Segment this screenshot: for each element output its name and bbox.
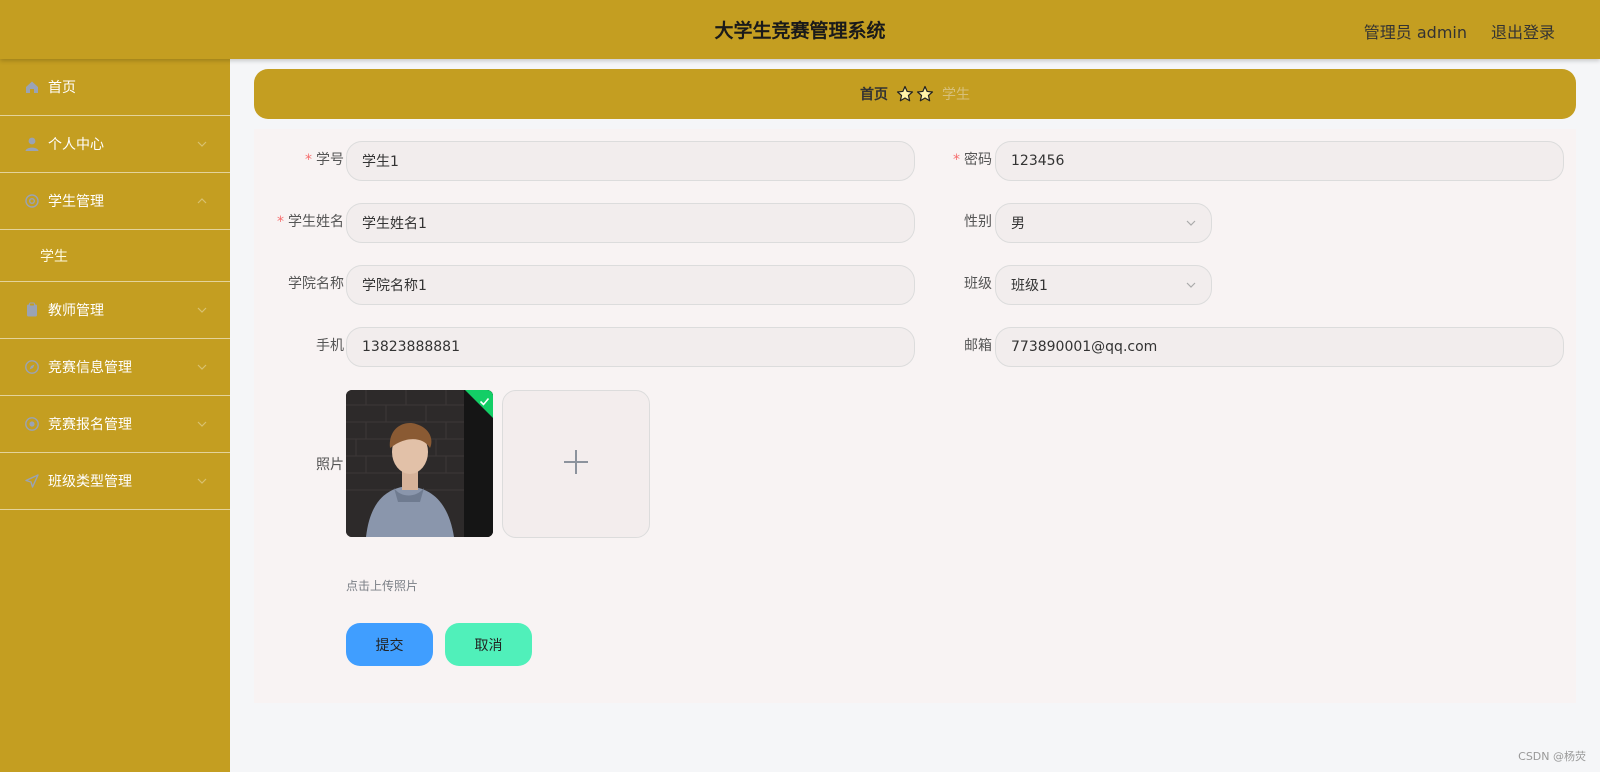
send-icon xyxy=(24,473,40,489)
chevron-down-icon xyxy=(196,304,208,320)
chevron-down-icon xyxy=(1185,279,1197,295)
breadcrumb-separator xyxy=(896,85,934,103)
sidebar-item-class-type[interactable]: 班级类型管理 xyxy=(0,453,230,510)
sidebar-item-label: 首页 xyxy=(48,80,76,96)
sidebar-item-competition-signup[interactable]: 竞赛报名管理 xyxy=(0,396,230,453)
phone-input[interactable]: 13823888881 xyxy=(346,327,915,367)
check-icon xyxy=(479,392,490,411)
sidebar-item-profile[interactable]: 个人中心 xyxy=(0,116,230,173)
clipboard-icon xyxy=(24,302,40,318)
required-mark: * xyxy=(305,152,312,168)
cancel-button[interactable]: 取消 xyxy=(445,623,532,666)
chevron-down-icon xyxy=(196,475,208,491)
star-icon xyxy=(916,85,934,102)
sidebar-item-label: 学生管理 xyxy=(48,194,104,210)
phone-label: 手机 xyxy=(316,338,344,354)
college-label: 学院名称 xyxy=(288,276,344,292)
email-label: 邮箱 xyxy=(964,338,992,354)
class-value: 班级1 xyxy=(1011,278,1048,294)
class-label: 班级 xyxy=(964,276,992,292)
chevron-down-icon xyxy=(1185,217,1197,233)
gender-select[interactable]: 男 xyxy=(995,203,1212,243)
uploaded-photo[interactable] xyxy=(346,390,493,537)
chevron-down-icon xyxy=(196,418,208,434)
college-input[interactable]: 学院名称1 xyxy=(346,265,915,305)
student-name-input[interactable]: 学生姓名1 xyxy=(346,203,915,243)
student-id-input[interactable]: 学生1 xyxy=(346,141,915,181)
sidebar-subitem-student[interactable]: 学生 xyxy=(0,230,230,282)
sidebar-item-label: 竞赛报名管理 xyxy=(48,417,132,433)
breadcrumb-home[interactable]: 首页 xyxy=(860,84,888,104)
gender-label: 性别 xyxy=(964,214,992,230)
compass-icon xyxy=(24,359,40,375)
settings-icon xyxy=(24,193,40,209)
sidebar-item-label: 班级类型管理 xyxy=(48,474,132,490)
sidebar-item-competition-info[interactable]: 竞赛信息管理 xyxy=(0,339,230,396)
gender-value: 男 xyxy=(1011,216,1025,232)
chevron-down-icon xyxy=(196,138,208,154)
required-mark: * xyxy=(953,152,960,168)
sidebar-subitem-label: 学生 xyxy=(40,248,68,265)
sidebar: 首页 个人中心 学生管理 学生 教师管理 竞赛信息管理 竞赛报名管理 班级类型管… xyxy=(0,59,230,772)
sidebar-item-label: 竞赛信息管理 xyxy=(48,360,132,376)
breadcrumb: 首页 学生 xyxy=(254,69,1576,119)
user-icon xyxy=(24,136,40,152)
student-name-label: * 学生姓名 xyxy=(277,214,344,230)
sidebar-item-label: 个人中心 xyxy=(48,137,104,153)
email-input[interactable]: 773890001@qq.com xyxy=(995,327,1564,367)
watermark: CSDN @杨荧 xyxy=(1518,750,1586,763)
sidebar-item-teacher-management[interactable]: 教师管理 xyxy=(0,282,230,339)
upload-tip: 点击上传照片 xyxy=(346,579,419,593)
submit-button[interactable]: 提交 xyxy=(346,623,433,666)
home-icon xyxy=(24,79,40,95)
required-mark: * xyxy=(277,214,284,230)
sidebar-item-student-management[interactable]: 学生管理 xyxy=(0,173,230,230)
breadcrumb-current: 学生 xyxy=(942,87,970,103)
chevron-up-icon xyxy=(196,195,208,211)
student-id-label: * 学号 xyxy=(305,152,344,168)
badge-icon xyxy=(24,416,40,432)
student-form: * 学号 学生1 * 密码 123456 * 学生姓名 学生姓名1 性别 男 学院名称… xyxy=(254,129,1576,703)
plus-icon xyxy=(562,448,590,480)
photo-label: 照片 xyxy=(316,457,344,473)
class-select[interactable]: 班级1 xyxy=(995,265,1212,305)
chevron-down-icon xyxy=(196,361,208,377)
star-icon xyxy=(896,85,914,102)
sidebar-item-label: 教师管理 xyxy=(48,303,104,319)
password-label: * 密码 xyxy=(953,152,992,168)
top-bar: 大学生竞赛管理系统 管理员 admin 退出登录 xyxy=(0,0,1600,59)
app-title: 大学生竞赛管理系统 xyxy=(714,20,886,42)
sidebar-item-home[interactable]: 首页 xyxy=(0,59,230,116)
password-input[interactable]: 123456 xyxy=(995,141,1564,181)
logout-link[interactable]: 退出登录 xyxy=(1491,19,1555,43)
current-user: 管理员 admin xyxy=(1363,23,1467,42)
upload-photo-button[interactable] xyxy=(502,390,650,538)
